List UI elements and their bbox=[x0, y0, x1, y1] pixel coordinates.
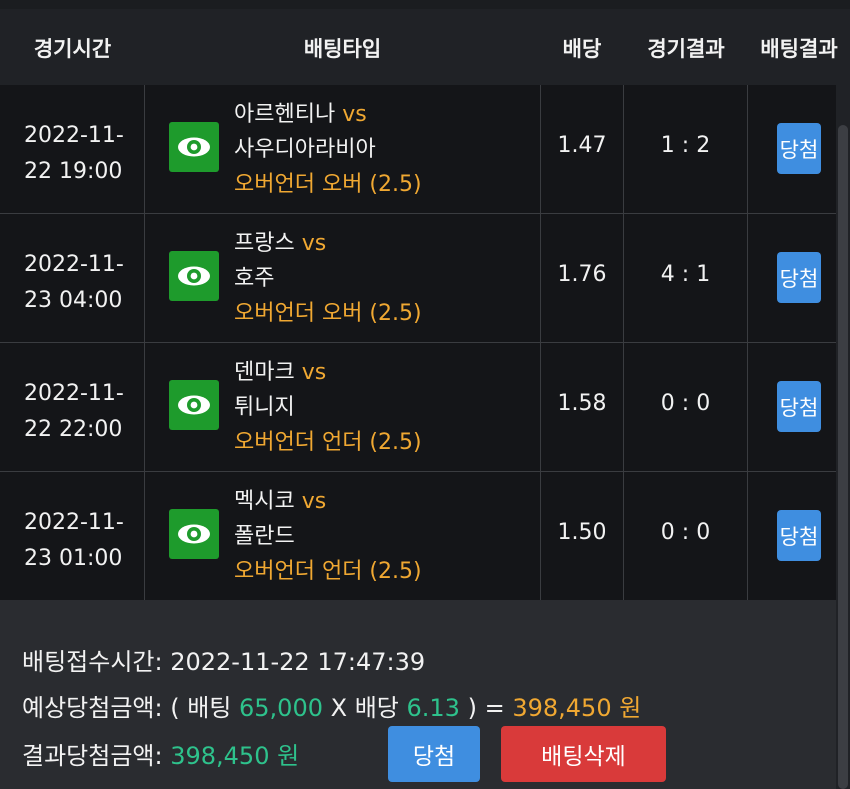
eye-icon[interactable] bbox=[169, 380, 219, 430]
received-time-line: 배팅접수시간: 2022-11-22 17:47:39 bbox=[22, 642, 425, 677]
win-status-badge[interactable]: 당첨 bbox=[777, 123, 821, 174]
score-cell: 0 : 0 bbox=[624, 343, 748, 471]
stake-prefix: ( 배팅 bbox=[170, 694, 232, 722]
match-date: 2022-11- bbox=[24, 510, 124, 535]
result-amount: 398,450 원 bbox=[170, 742, 300, 770]
match-clock: 22 22:00 bbox=[24, 417, 123, 442]
header-odds: 배당 bbox=[562, 37, 602, 61]
bet-type: 오버언더 언더 (2.5) bbox=[234, 430, 422, 455]
match-time: 2022-11- 22 19:00 bbox=[24, 118, 144, 190]
table-row: 2022-11- 23 01:00 멕시코 vs 폴란드 오버언더 언더 (2.… bbox=[0, 471, 836, 600]
bet-table: 2022-11- 22 19:00 아르헨티나 vs 사우디아라비아 오버언더 … bbox=[0, 85, 836, 600]
expected-amount: 398,450 원 bbox=[512, 694, 642, 722]
result-label: 결과당첨금액: bbox=[22, 742, 163, 770]
score-cell: 4 : 1 bbox=[624, 214, 748, 342]
vs-label: vs bbox=[342, 102, 367, 127]
home-team: 덴마크 bbox=[234, 360, 295, 385]
score-cell: 1 : 2 bbox=[624, 85, 748, 213]
odds-value: 1.50 bbox=[557, 520, 607, 545]
expected-label: 예상당첨금액: bbox=[22, 694, 163, 722]
time-cell: 2022-11- 23 01:00 bbox=[0, 472, 145, 600]
match-date: 2022-11- bbox=[24, 123, 124, 148]
score-value: 4 : 1 bbox=[660, 262, 711, 287]
odds-cell: 1.50 bbox=[541, 472, 624, 600]
home-team: 멕시코 bbox=[234, 489, 295, 514]
bet-result-cell: 당첨 bbox=[748, 85, 836, 213]
bet-type-cell: 덴마크 vs 튀니지 오버언더 언더 (2.5) bbox=[145, 343, 541, 471]
eye-icon[interactable] bbox=[169, 122, 219, 172]
eye-icon[interactable] bbox=[169, 251, 219, 301]
away-team: 호주 bbox=[234, 266, 275, 291]
away-team: 폴란드 bbox=[234, 524, 295, 549]
odds-value: 1.58 bbox=[557, 391, 607, 416]
delete-bet-button[interactable]: 배팅삭제 bbox=[501, 726, 666, 782]
score-value: 0 : 0 bbox=[660, 520, 711, 545]
vs-label: vs bbox=[301, 489, 327, 514]
win-status-badge[interactable]: 당첨 bbox=[777, 252, 821, 303]
home-team: 아르헨티나 bbox=[234, 102, 336, 127]
scrollbar-thumb[interactable] bbox=[838, 125, 848, 789]
time-cell: 2022-11- 22 19:00 bbox=[0, 85, 145, 213]
bet-result-cell: 당첨 bbox=[748, 472, 836, 600]
odds-prefix: X 배당 bbox=[330, 694, 399, 722]
table-row: 2022-11- 23 04:00 프랑스 vs 호주 오버언더 오버 (2.5… bbox=[0, 213, 836, 342]
total-odds: 6.13 bbox=[406, 694, 460, 722]
match-clock: 22 19:00 bbox=[24, 159, 123, 184]
top-strip bbox=[0, 0, 850, 9]
header-time: 경기시간 bbox=[33, 37, 112, 61]
match-date: 2022-11- bbox=[24, 252, 124, 277]
odds-cell: 1.47 bbox=[541, 85, 624, 213]
match-date: 2022-11- bbox=[24, 381, 124, 406]
bet-result-cell: 당첨 bbox=[748, 214, 836, 342]
received-label: 배팅접수시간: bbox=[22, 648, 163, 676]
bet-type: 오버언더 언더 (2.5) bbox=[234, 559, 422, 584]
table-header: 경기시간 배팅타입 배당 경기결과 배팅결과 bbox=[0, 9, 850, 85]
win-status-badge[interactable]: 당첨 bbox=[777, 510, 821, 561]
score-cell: 0 : 0 bbox=[624, 472, 748, 600]
match-time: 2022-11- 23 04:00 bbox=[24, 247, 144, 319]
win-status-badge[interactable]: 당첨 bbox=[777, 381, 821, 432]
match-teams: 아르헨티나 vs 사우디아라비아 오버언더 오버 (2.5) bbox=[234, 97, 422, 202]
table-row: 2022-11- 22 19:00 아르헨티나 vs 사우디아라비아 오버언더 … bbox=[0, 85, 836, 213]
bet-result-cell: 당첨 bbox=[748, 343, 836, 471]
bet-type-cell: 멕시코 vs 폴란드 오버언더 언더 (2.5) bbox=[145, 472, 541, 600]
header-bet-result: 배팅결과 bbox=[760, 37, 838, 61]
match-clock: 23 01:00 bbox=[24, 546, 123, 571]
header-result: 경기결과 bbox=[647, 37, 725, 61]
odds-cell: 1.76 bbox=[541, 214, 624, 342]
table-row: 2022-11- 22 22:00 덴마크 vs 튀니지 오버언더 언더 (2.… bbox=[0, 342, 836, 471]
match-teams: 멕시코 vs 폴란드 오버언더 언더 (2.5) bbox=[234, 484, 422, 589]
home-team: 프랑스 bbox=[234, 231, 295, 256]
bet-type-cell: 아르헨티나 vs 사우디아라비아 오버언더 오버 (2.5) bbox=[145, 85, 541, 213]
equals-sign: ) = bbox=[467, 694, 505, 722]
win-button[interactable]: 당첨 bbox=[388, 726, 480, 782]
odds-value: 1.76 bbox=[557, 262, 607, 287]
expected-amount-line: 예상당첨금액: ( 배팅 65,000 X 배당 6.13 ) = 398,45… bbox=[22, 688, 641, 723]
match-clock: 23 04:00 bbox=[24, 288, 123, 313]
bet-summary: 배팅접수시간: 2022-11-22 17:47:39 예상당첨금액: ( 배팅… bbox=[0, 600, 836, 789]
time-cell: 2022-11- 23 04:00 bbox=[0, 214, 145, 342]
bet-type: 오버언더 오버 (2.5) bbox=[234, 172, 422, 197]
odds-cell: 1.58 bbox=[541, 343, 624, 471]
result-amount-line: 결과당첨금액: 398,450 원 bbox=[22, 736, 299, 771]
stake-amount: 65,000 bbox=[239, 694, 323, 722]
match-teams: 프랑스 vs 호주 오버언더 오버 (2.5) bbox=[234, 226, 422, 331]
header-bet-type: 배팅타입 bbox=[303, 37, 382, 61]
score-value: 0 : 0 bbox=[660, 391, 711, 416]
eye-icon[interactable] bbox=[169, 509, 219, 559]
match-teams: 덴마크 vs 튀니지 오버언더 언더 (2.5) bbox=[234, 355, 422, 460]
received-value: 2022-11-22 17:47:39 bbox=[170, 648, 426, 676]
away-team: 사우디아라비아 bbox=[234, 137, 376, 162]
match-time: 2022-11- 23 01:00 bbox=[24, 505, 144, 577]
odds-value: 1.47 bbox=[557, 133, 607, 158]
bet-type-cell: 프랑스 vs 호주 오버언더 오버 (2.5) bbox=[145, 214, 541, 342]
vs-label: vs bbox=[301, 231, 327, 256]
match-time: 2022-11- 22 22:00 bbox=[24, 376, 144, 448]
score-value: 1 : 2 bbox=[660, 133, 711, 158]
bet-type: 오버언더 오버 (2.5) bbox=[234, 301, 422, 326]
vs-label: vs bbox=[301, 360, 327, 385]
time-cell: 2022-11- 22 22:00 bbox=[0, 343, 145, 471]
away-team: 튀니지 bbox=[234, 395, 295, 420]
